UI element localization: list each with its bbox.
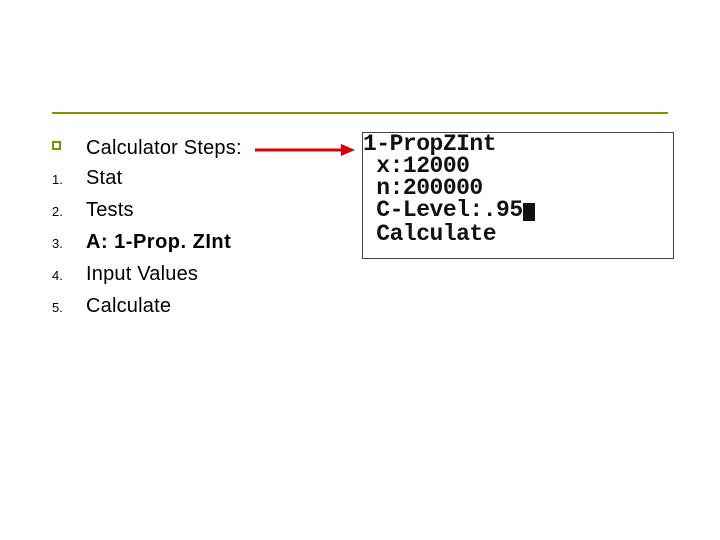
list-item: 4. Input Values (52, 260, 242, 290)
list-number: 5. (52, 292, 86, 322)
cursor-icon (523, 203, 535, 221)
list-item: 3. A: 1-Prop. ZInt (52, 228, 242, 258)
list-number: 4. (52, 260, 86, 290)
list-number: 2. (52, 196, 86, 226)
bullet-icon (52, 134, 86, 150)
list-number: 3. (52, 228, 86, 258)
list-text: Calculate (86, 292, 171, 320)
list-item: 2. Tests (52, 196, 242, 226)
list-item: 5. Calculate (52, 292, 242, 322)
list-text: Stat (86, 164, 122, 192)
list-item: Calculator Steps: (52, 134, 242, 162)
list-text: Input Values (86, 260, 198, 288)
calculator-screen: 1-PropZInt x:12000 n:200000 C-Level:.95 … (362, 132, 674, 259)
steps-list: Calculator Steps: 1. Stat 2. Tests 3. A:… (52, 134, 242, 324)
list-number: 1. (52, 164, 86, 194)
calc-value: .95 (483, 197, 523, 223)
arrow-icon (255, 142, 355, 158)
steps-title: Calculator Steps: (86, 134, 242, 162)
calc-line: Calculate (363, 221, 496, 247)
slide: Calculator Steps: 1. Stat 2. Tests 3. A:… (0, 0, 720, 540)
list-text: Tests (86, 196, 134, 224)
calc-label: C-Level: (363, 197, 483, 223)
title-divider (52, 112, 668, 114)
list-text: A: 1-Prop. ZInt (86, 228, 231, 256)
list-item: 1. Stat (52, 164, 242, 194)
calculator-text: 1-PropZInt x:12000 n:200000 C-Level:.95 … (363, 133, 535, 245)
